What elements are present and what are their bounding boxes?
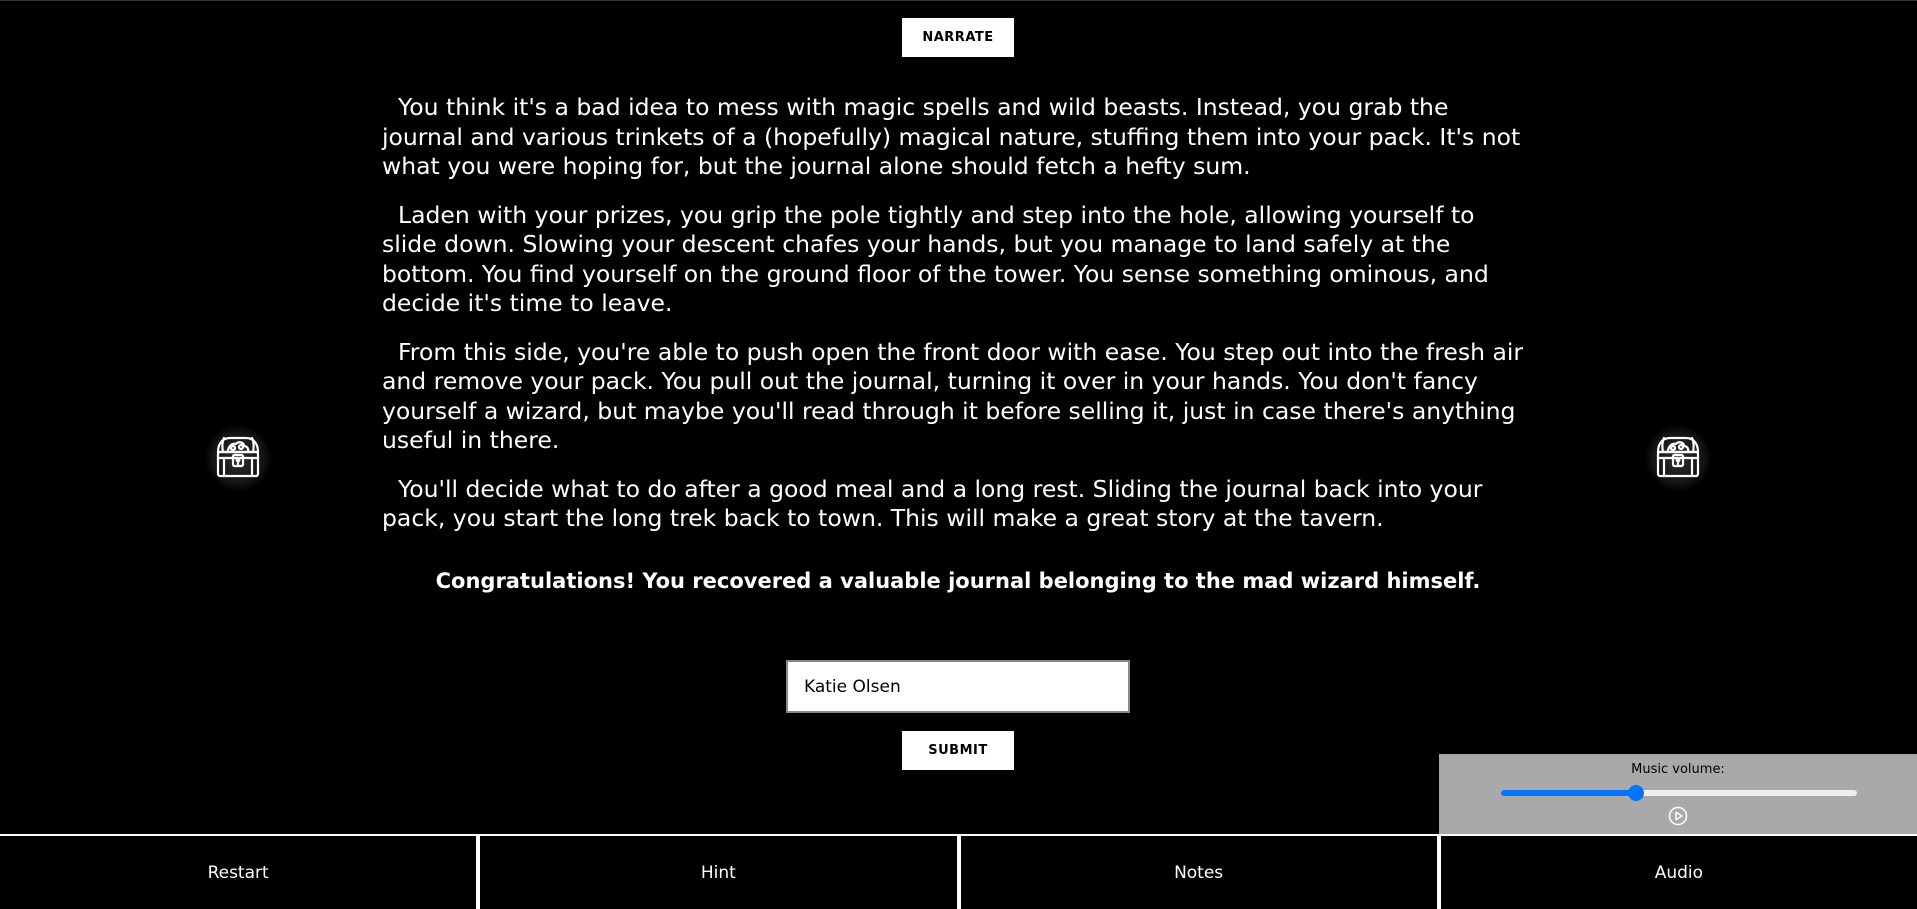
play-circle-icon[interactable] (1668, 806, 1688, 826)
music-volume-label: Music volume: (1631, 762, 1725, 777)
tab-audio[interactable]: Audio (1440, 836, 1917, 909)
story-text: You think it's a bad idea to mess with m… (382, 93, 1532, 553)
tab-notes[interactable]: Notes (960, 836, 1437, 909)
story-paragraph: Laden with your prizes, you grip the pol… (382, 200, 1489, 318)
player-name-input[interactable] (786, 660, 1130, 713)
bottom-nav: Restart Hint Notes Audio (0, 834, 1917, 909)
slider-fill (1501, 790, 1637, 796)
story-paragraph: You'll decide what to do after a good me… (382, 474, 1483, 533)
story-paragraph: From this side, you're able to push open… (382, 337, 1524, 455)
congratulations-message: Congratulations! You recovered a valuabl… (435, 569, 1481, 593)
game-page: NARRATE You think it's a bad idea to mes… (0, 0, 1917, 909)
slider-thumb[interactable] (1628, 785, 1645, 801)
treasure-chest-icon[interactable] (1645, 425, 1711, 491)
tab-restart[interactable]: Restart (0, 836, 477, 909)
submit-button[interactable]: SUBMIT (902, 731, 1014, 770)
audio-panel: Music volume: (1439, 754, 1917, 835)
tab-hint[interactable]: Hint (480, 836, 957, 909)
story-paragraph: You think it's a bad idea to mess with m… (382, 93, 1521, 180)
music-volume-slider[interactable] (1501, 785, 1857, 801)
treasure-chest-icon[interactable] (205, 425, 271, 491)
narrate-button[interactable]: NARRATE (902, 18, 1014, 57)
